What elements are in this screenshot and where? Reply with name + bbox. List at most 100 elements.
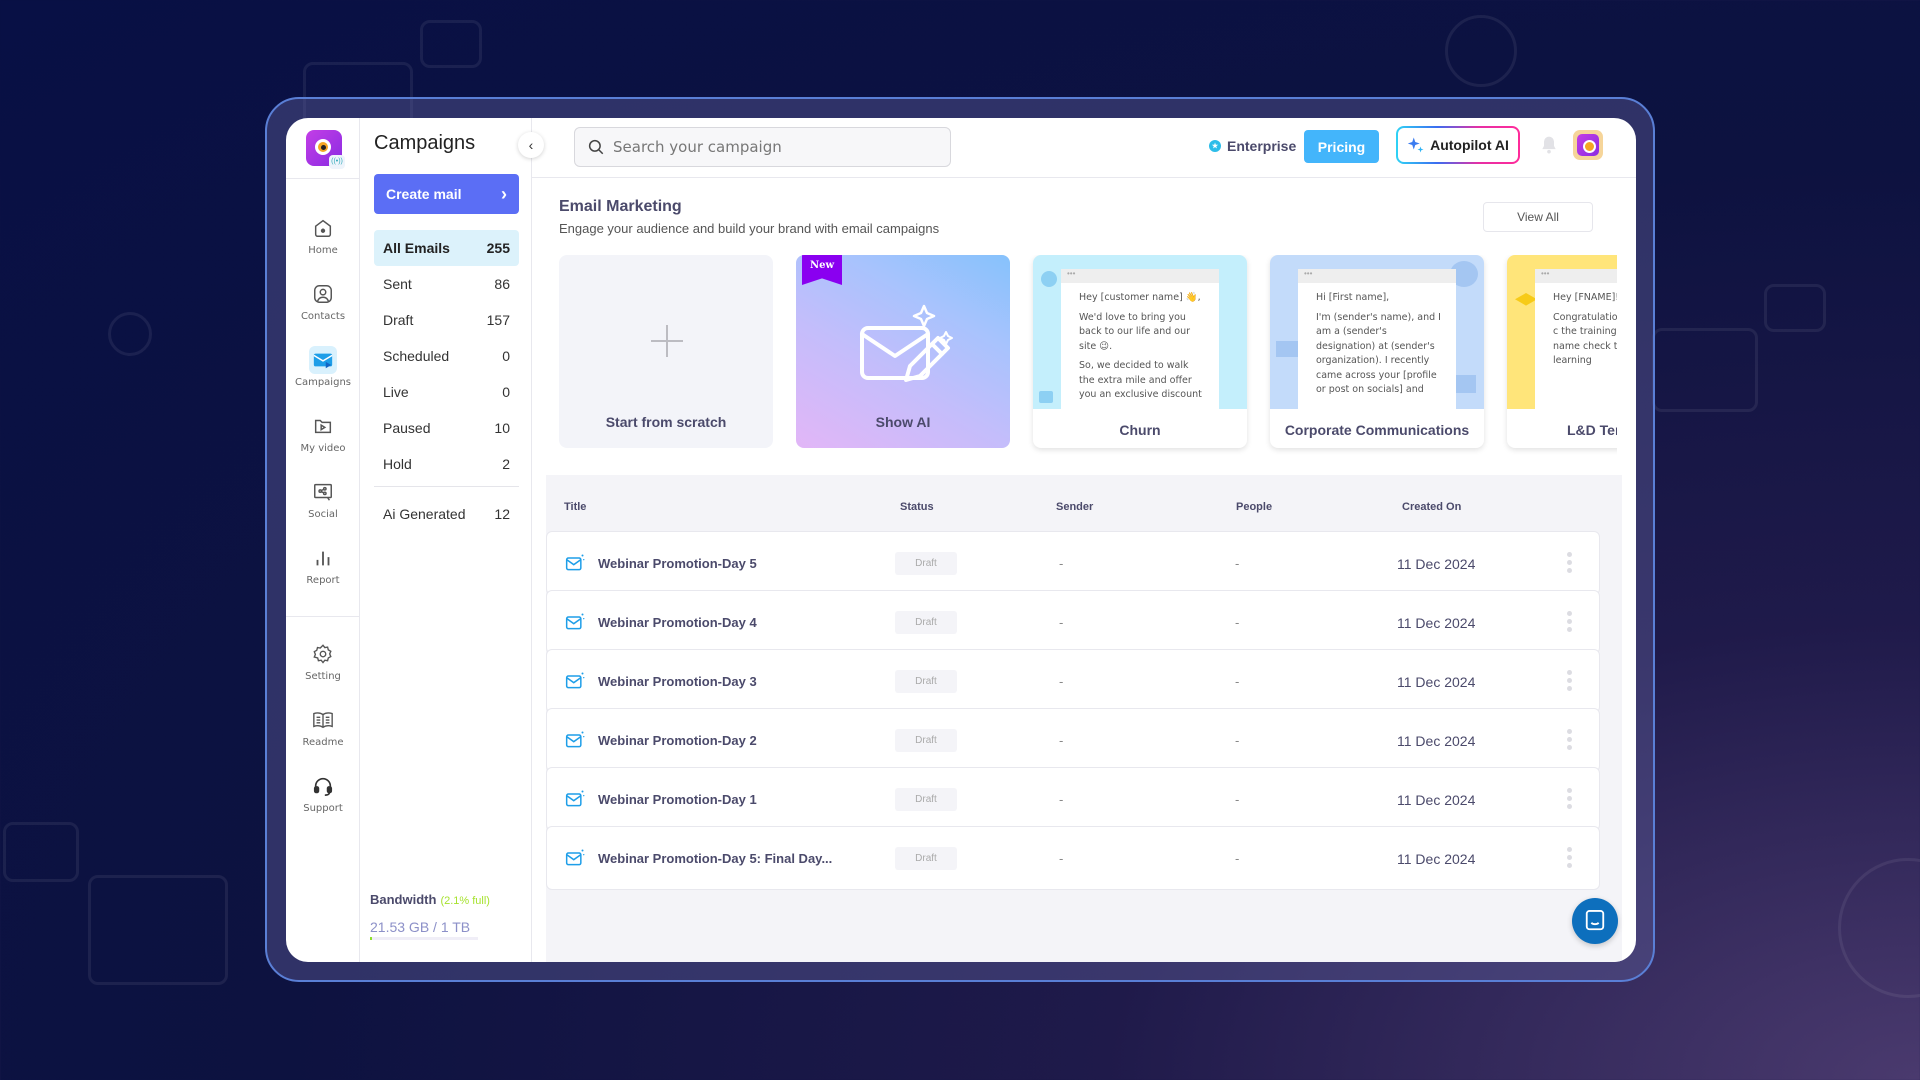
rail-item-my-video[interactable]: My video <box>286 412 360 454</box>
more-options-icon[interactable] <box>1567 729 1573 750</box>
window-dots: ••• <box>1061 269 1219 283</box>
filter-all-emails[interactable]: All Emails 255 <box>374 230 519 266</box>
filter-count: 2 <box>502 456 510 472</box>
row-created-on: 11 Dec 2024 <box>1397 615 1476 631</box>
notification-bell-icon[interactable] <box>1539 134 1559 161</box>
calendar-icon <box>1039 391 1053 403</box>
filter-draft[interactable]: Draft 157 <box>374 302 519 338</box>
rail-item-support[interactable]: Support <box>286 772 360 814</box>
icon-rail: ((•)) Home Contacts Campaigns My video S… <box>286 118 360 962</box>
filter-label: Ai Generated <box>383 506 466 522</box>
rail-label: Home <box>308 245 338 256</box>
rail-item-social[interactable]: Social <box>286 478 360 520</box>
chevron-right-icon: › <box>501 183 507 204</box>
app-logo[interactable]: ((•)) <box>306 130 345 169</box>
bandwidth-progress-bar <box>370 937 478 940</box>
autopilot-ai-button[interactable]: Autopilot AI <box>1396 126 1520 164</box>
user-avatar[interactable] <box>1573 130 1603 160</box>
more-options-icon[interactable] <box>1567 788 1573 809</box>
rail-item-contacts[interactable]: Contacts <box>286 280 360 322</box>
rail-divider <box>286 178 360 179</box>
row-title[interactable]: Webinar Promotion-Day 5 <box>598 556 757 571</box>
plan-badge[interactable]: ★ Enterprise <box>1209 138 1296 154</box>
background-mail-icon <box>88 875 228 985</box>
collapse-sidebar-button[interactable]: ‹ <box>518 132 544 158</box>
rail-item-campaigns[interactable]: Campaigns <box>286 346 360 388</box>
filter-count: 0 <box>502 348 510 364</box>
search-icon <box>588 139 604 155</box>
table-row[interactable]: Webinar Promotion-Day 5: Final Day... Dr… <box>546 826 1600 890</box>
column-header-people[interactable]: People <box>1236 501 1272 513</box>
status-badge: Draft <box>895 847 957 870</box>
start-from-scratch-card[interactable]: Start from scratch <box>559 255 773 448</box>
rail-item-report[interactable]: Report <box>286 544 360 586</box>
star-icon: ★ <box>1209 140 1221 152</box>
card-label: L&D Ter <box>1567 422 1617 438</box>
rail-label: My video <box>300 443 346 454</box>
preview-text: So, we decided to walk the extra mile an… <box>1079 360 1202 400</box>
background-mail-icon <box>1764 284 1826 332</box>
rail-item-readme[interactable]: Readme <box>286 706 360 748</box>
preview-text: Hey [FNAME]! <box>1553 292 1617 303</box>
background-play-icon <box>108 312 152 356</box>
table-row[interactable]: Webinar Promotion-Day 2 Draft - - 11 Dec… <box>546 708 1600 772</box>
filter-sent[interactable]: Sent 86 <box>374 266 519 302</box>
column-header-status[interactable]: Status <box>900 501 934 513</box>
mail-sparkle-icon <box>565 790 585 807</box>
template-carousel: Start from scratch New Show AI ••• Hey [… <box>559 255 1617 455</box>
filter-ai-generated[interactable]: Ai Generated 12 <box>374 496 519 532</box>
create-mail-label: Create mail <box>386 186 462 202</box>
more-options-icon[interactable] <box>1567 670 1573 691</box>
mail-sparkle-icon <box>565 672 585 689</box>
column-header-sender[interactable]: Sender <box>1056 501 1093 513</box>
filter-paused[interactable]: Paused 10 <box>374 410 519 446</box>
view-all-button[interactable]: View All <box>1483 202 1593 232</box>
row-title[interactable]: Webinar Promotion-Day 4 <box>598 615 757 630</box>
template-card-l-and-d[interactable]: ••• Hey [FNAME]! Congratulatio successfu… <box>1507 255 1617 448</box>
more-options-icon[interactable] <box>1567 552 1573 573</box>
bandwidth-title: Bandwidth (2.1% full) <box>370 892 490 907</box>
column-header-title[interactable]: Title <box>564 501 586 513</box>
preview-text: Congratulatio successfully c the trainin… <box>1553 311 1617 367</box>
row-title[interactable]: Webinar Promotion-Day 2 <box>598 733 757 748</box>
table-row[interactable]: Webinar Promotion-Day 5 Draft - - 11 Dec… <box>546 531 1600 595</box>
rail-label: Support <box>303 803 343 814</box>
filter-live[interactable]: Live 0 <box>374 374 519 410</box>
more-options-icon[interactable] <box>1567 611 1573 632</box>
rail-item-home[interactable]: Home <box>286 214 360 256</box>
filter-label: Sent <box>383 276 412 292</box>
filter-label: Paused <box>383 420 431 436</box>
filter-hold[interactable]: Hold 2 <box>374 446 519 482</box>
row-title[interactable]: Webinar Promotion-Day 3 <box>598 674 757 689</box>
rail-label: Social <box>308 509 338 520</box>
row-title[interactable]: Webinar Promotion-Day 1 <box>598 792 757 807</box>
campaign-menu: Campaigns ‹ Create mail › All Emails 255… <box>360 118 544 962</box>
campaigns-icon <box>309 346 337 374</box>
section-title: Email Marketing <box>559 198 682 215</box>
show-ai-card[interactable]: New Show AI <box>796 255 1010 448</box>
table-row[interactable]: Webinar Promotion-Day 4 Draft - - 11 Dec… <box>546 590 1600 654</box>
card-label: Churn <box>1119 422 1161 438</box>
rail-item-setting[interactable]: Setting <box>286 640 360 682</box>
live-chat-button[interactable] <box>1572 898 1618 944</box>
bandwidth-label: Bandwidth <box>370 892 437 907</box>
pricing-button[interactable]: Pricing <box>1304 130 1379 163</box>
row-created-on: 11 Dec 2024 <box>1397 733 1476 749</box>
search-box[interactable] <box>574 127 951 167</box>
table-row[interactable]: Webinar Promotion-Day 1 Draft - - 11 Dec… <box>546 767 1600 831</box>
headset-icon <box>309 772 337 800</box>
column-header-created-on[interactable]: Created On <box>1402 501 1461 513</box>
more-options-icon[interactable] <box>1567 847 1573 868</box>
row-created-on: 11 Dec 2024 <box>1397 556 1476 572</box>
create-mail-button[interactable]: Create mail › <box>374 174 519 214</box>
table-row[interactable]: Webinar Promotion-Day 3 Draft - - 11 Dec… <box>546 649 1600 713</box>
row-sender: - <box>1059 556 1064 571</box>
row-title[interactable]: Webinar Promotion-Day 5: Final Day... <box>598 851 832 866</box>
mail-sparkle-icon <box>565 554 585 571</box>
template-card-corporate-communications[interactable]: ••• Hi [First name], I'm (sender's name)… <box>1270 255 1484 448</box>
template-card-churn[interactable]: ••• Hey [customer name] 👋, We'd love to … <box>1033 255 1247 448</box>
preview-text: Hi [First name], <box>1316 292 1390 303</box>
search-input[interactable] <box>613 138 933 156</box>
bandwidth-usage: 21.53 GB / 1 TB <box>370 919 471 935</box>
filter-scheduled[interactable]: Scheduled 0 <box>374 338 519 374</box>
